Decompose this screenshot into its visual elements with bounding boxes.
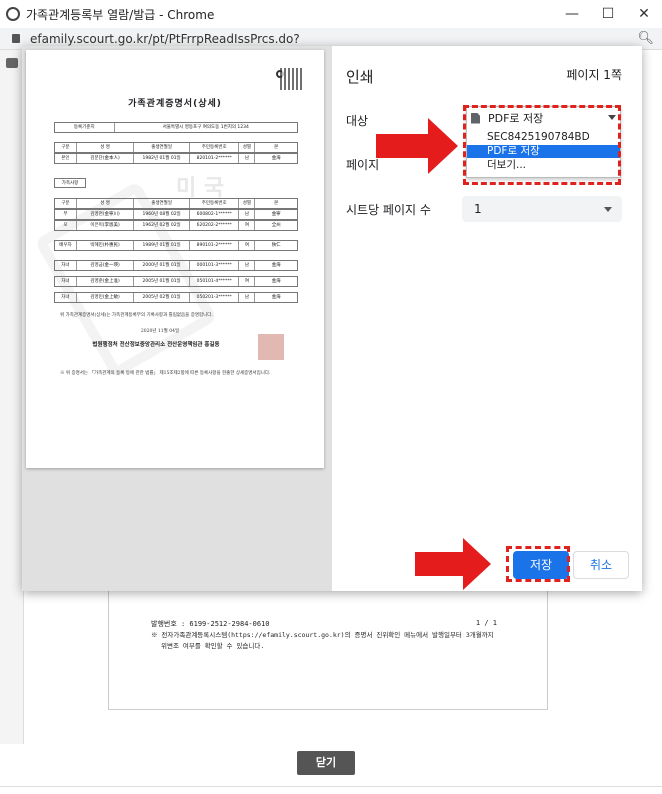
print-title: 인쇄 <box>346 68 374 86</box>
issue-date: 2020년 11월 04일 <box>140 329 180 334</box>
close-window-button[interactable]: ✕ <box>626 0 662 28</box>
pages-per-sheet-select[interactable]: 1 <box>462 196 622 222</box>
zoom-icon[interactable]: 🔍︎ <box>637 31 654 46</box>
family-section-label: 가족사항 <box>54 178 86 188</box>
window-title: 가족관계등록부 열람/발급 - Chrome <box>26 7 215 22</box>
table-row: 자녀 김영준(金上准) 2005년 01월 01일 050101-4****** 여 金海 <box>54 276 298 287</box>
table-row: 모 이은미(李恩美) 1962년 02월 02일 620202-2****** 여 全州 <box>54 220 298 231</box>
page-number: 1 / 1 <box>475 619 497 627</box>
minimize-button[interactable]: — <box>554 0 590 28</box>
page-count: 페이지 1쪽 <box>566 68 622 82</box>
cancel-button[interactable]: 취소 <box>573 551 629 579</box>
legal-note: ※ 위 증명서는 「가족관계의 등록 등에 관한 법률」 제15조제2항에 따른… <box>60 371 271 376</box>
background-document: 발행번호 : 6199-2512-2984-0610 1 / 1 ※ 전자가족관… <box>108 590 548 710</box>
verification-note-2: 위변조 여부를 확인할 수 있습니다. <box>161 642 265 650</box>
issuer-name: 법원행정처 전산정보중앙관리소 전산운영책임관 홍길동 <box>92 342 220 348</box>
close-button[interactable]: 닫기 <box>297 751 355 775</box>
table-row: 자녀 김영금(金一瑛) 2000년 01월 01일 000101-3****** 남 金海 <box>54 260 298 271</box>
annotation-arrow-right-icon <box>415 538 491 590</box>
table-row: 구분 성 명 출생연월일 주민등록번호 성별 본 <box>54 198 298 209</box>
maximize-button[interactable]: ☐ <box>590 0 626 28</box>
annotation-save-highlight <box>506 546 570 582</box>
chevron-down-icon <box>604 207 612 212</box>
annotation-arrow-right-icon <box>376 118 458 174</box>
bottom-strip <box>0 786 662 794</box>
print-preview-area: 미 국 가족관계증명서(상세) 등록기준지 서울특별시 영등포구 여의도동 1번… <box>22 46 332 591</box>
destination-label: 대상 <box>346 114 369 128</box>
table-row: 배우자 박혜민(朴惠民) 1989년 01월 01일 890101-2****** 여 陝… <box>54 240 298 251</box>
table-row: 본인 김분단(金本人) 1982년 01월 01일 820101-2****** 남 金海 <box>54 153 298 164</box>
preview-page: 미 국 가족관계증명서(상세) 등록기준지 서울특별시 영등포구 여의도동 1번… <box>26 50 324 468</box>
table-row: 부 김영천(金寧川) 1960년 08월 02일 600802-1****** 남 金寧 <box>54 209 298 220</box>
chrome-logo-icon <box>6 7 20 21</box>
document-title: 가족관계증명서(상세) <box>128 99 222 109</box>
annotation-dropdown-highlight <box>463 105 621 185</box>
table-row: 구분 성 명 출생연월일 주민등록번호 성별 본 <box>54 142 298 153</box>
official-seal <box>258 334 284 360</box>
certification-text: 위 가족관계증명서(상세)는 가족관계등록부의 기록사항과 틀림없음을 증명합니… <box>60 313 213 318</box>
registration-row: 등록기준지 서울특별시 영등포구 여의도동 1번지의 1234 <box>54 122 298 133</box>
issue-number: 발행번호 : 6199-2512-2984-0610 <box>151 620 270 628</box>
verification-note: ※ 전자가족관계등록시스템(https://efamily.scourt.go.… <box>151 631 494 639</box>
table-row: 자녀 김영민(金上敏) 2005년 02월 01일 050201-3****** 남 金海 <box>54 292 298 303</box>
lock-icon <box>12 34 20 43</box>
pages-label: 페이지 <box>346 158 380 172</box>
pages-per-sheet-label: 시트당 페이지 수 <box>346 203 431 217</box>
qr-code <box>280 68 302 90</box>
url-text: efamily.scourt.go.kr/pt/PtFrrpReadIssPrc… <box>30 31 300 46</box>
printer-icon[interactable] <box>6 58 18 68</box>
left-toolbar <box>0 50 24 744</box>
